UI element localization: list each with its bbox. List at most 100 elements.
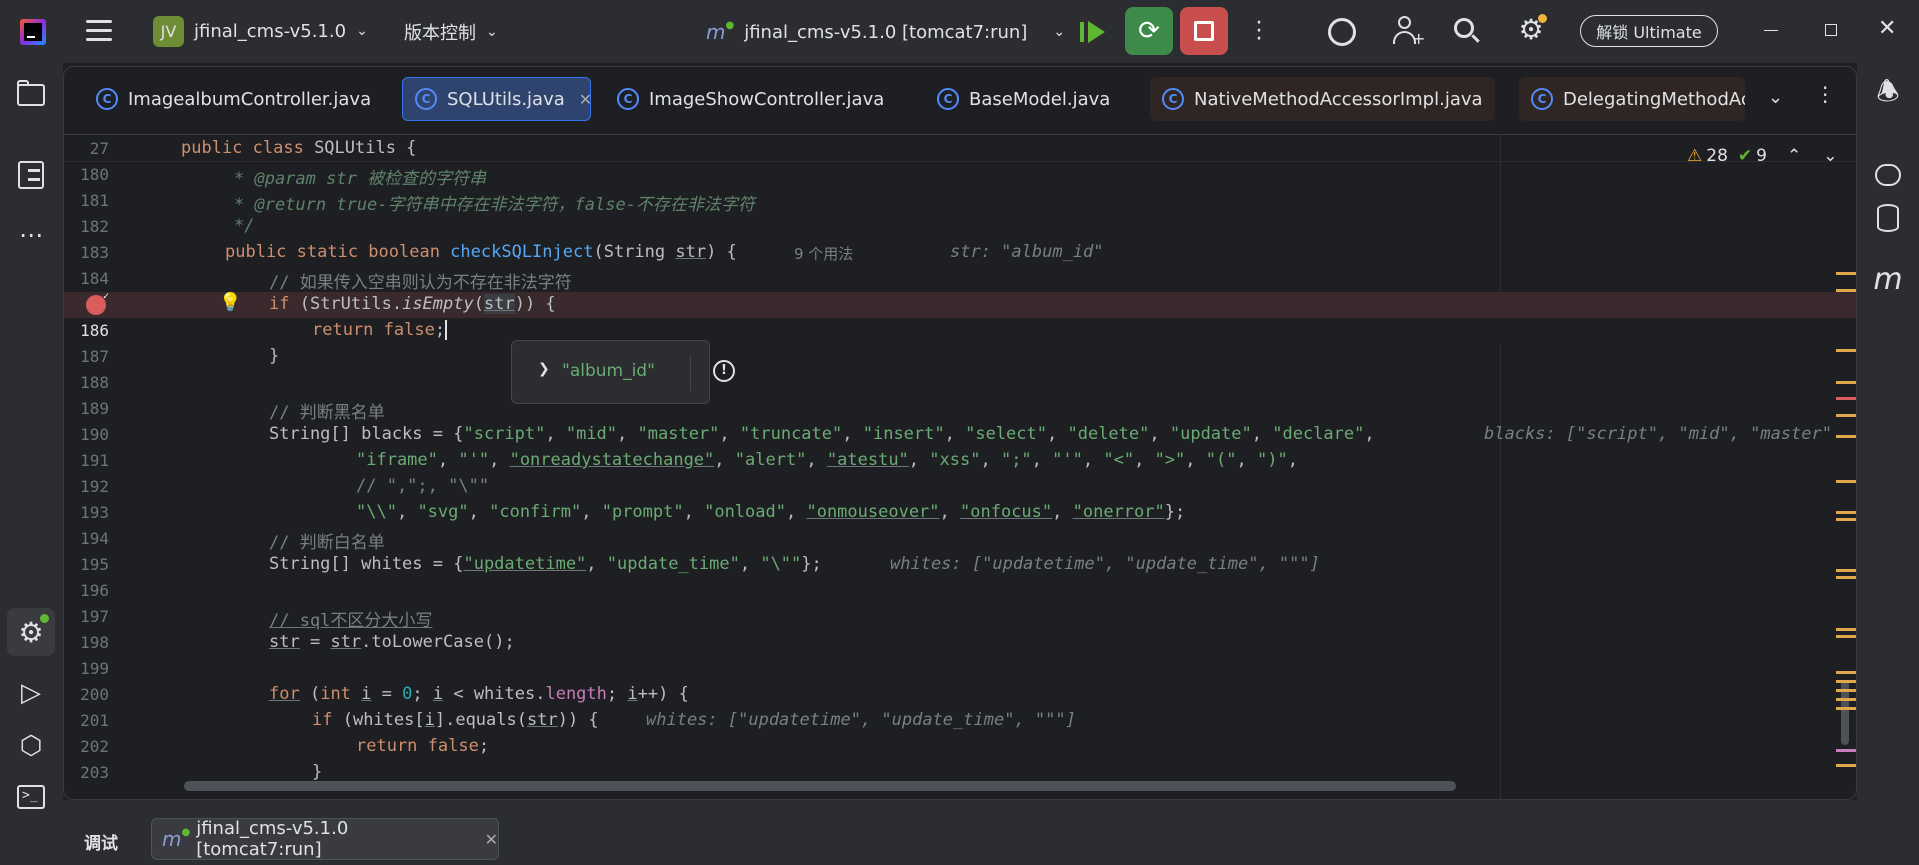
class-icon: C (96, 88, 118, 110)
stripe-marker[interactable] (1836, 480, 1856, 483)
folder-icon[interactable] (11, 75, 51, 115)
lightbulb-icon[interactable]: 💡 (219, 292, 241, 313)
stripe-marker[interactable] (1836, 518, 1856, 521)
stop-button[interactable] (1180, 7, 1228, 55)
stripe-marker[interactable] (1836, 764, 1856, 767)
stripe-marker[interactable] (1836, 576, 1856, 579)
tab-more-icon[interactable]: · · · (1822, 78, 1828, 112)
stripe-marker[interactable] (1836, 569, 1856, 572)
code-line-199: 199 (64, 656, 1856, 682)
tab-delegatingmethodaccessor[interactable]: C DelegatingMethodAc (1519, 77, 1745, 121)
tab-list-chevron-icon[interactable]: ⌄ (1768, 87, 1783, 108)
vcs-menu[interactable]: 版本控制 ⌄ (404, 18, 498, 46)
line-number: 187 (80, 347, 109, 366)
minimize-icon[interactable] (1764, 30, 1778, 31)
stripe-marker[interactable] (1836, 707, 1856, 710)
stripe-marker[interactable] (1836, 272, 1856, 275)
resume-icon[interactable] (1080, 20, 1108, 44)
stripe-marker[interactable] (1836, 397, 1856, 400)
tab-sqlutils[interactable]: C SQLUtils.java ✕ (402, 77, 591, 121)
blacks-continuation: "\\", "svg", "confirm", "prompt", "onloa… (356, 502, 1186, 522)
search-icon[interactable] (1454, 18, 1480, 44)
close-tab-icon[interactable]: ✕ (579, 90, 590, 109)
line-number: 202 (80, 737, 109, 756)
line-number: 189 (80, 399, 109, 418)
code-line-201: 201 if (whites[i].equals(str)) { whites:… (64, 708, 1856, 734)
stripe-marker[interactable] (1836, 435, 1856, 438)
debug-session-tab[interactable]: m● jfinal_cms-v5.1.0 [tomcat7:run] ✕ (151, 818, 499, 860)
tab-imagealbumcontroller[interactable]: C ImagealbumController.java (84, 77, 383, 121)
breakpoint-icon[interactable]: ✓ (86, 291, 109, 315)
popup-value[interactable]: "album_id" (562, 361, 655, 381)
line-number: 197 (80, 607, 109, 626)
code-line-189: 189 // 判断黑名单 (64, 396, 1856, 423)
add-user-icon[interactable]: + (1393, 16, 1425, 47)
tab-basemodel[interactable]: C BaseModel.java (925, 77, 1122, 121)
tab-label: DelegatingMethodAc (1563, 88, 1745, 110)
line-number: 191 (80, 451, 109, 470)
ai-assistant-icon[interactable] (1328, 18, 1356, 46)
debug-icon[interactable]: ⚙ (7, 608, 55, 656)
code-line-200: 200 for (int i = 0; i < whites.length; i… (64, 682, 1856, 708)
line-number: 194 (80, 529, 109, 548)
usage-count[interactable]: 9 个用法 (794, 243, 853, 264)
if-equals-statement: if (whites[i].equals(str)) { (312, 710, 599, 730)
project-selector[interactable]: JV jfinal_cms-v5.1.0 ⌄ (153, 14, 368, 48)
services-icon[interactable]: ⬡ (11, 726, 51, 766)
class-icon: C (937, 88, 959, 110)
settings-icon[interactable]: ⚙ (1515, 14, 1547, 46)
stripe-marker[interactable] (1836, 671, 1856, 674)
expand-chevron-icon[interactable]: ❯ (538, 361, 550, 377)
main-menu-icon[interactable] (86, 20, 112, 42)
tab-imageshowcontroller[interactable]: C ImageShowController.java (605, 77, 896, 121)
chevron-down-icon: ⌄ (1053, 24, 1066, 40)
debug-panel-label[interactable]: 调试 (84, 829, 118, 854)
stripe-marker[interactable] (1836, 289, 1856, 292)
info-icon[interactable]: ! (713, 360, 735, 382)
run-config-selector[interactable]: m● jfinal_cms-v5.1.0 [tomcat7:run] ⌄ (706, 18, 1065, 46)
unlock-ultimate-button[interactable]: 解锁 Ultimate (1580, 15, 1718, 47)
database-icon[interactable] (1868, 198, 1908, 238)
stripe-marker[interactable] (1836, 628, 1856, 631)
vcs-label: 版本控制 (404, 23, 476, 44)
structure-icon[interactable] (11, 155, 51, 195)
stripe-marker[interactable] (1836, 349, 1856, 352)
restore-icon[interactable] (1825, 24, 1837, 36)
terminal-icon[interactable]: >_ (11, 777, 51, 817)
stripe-marker[interactable] (1836, 635, 1856, 638)
close-window-icon[interactable]: ✕ (1878, 16, 1896, 41)
line-number: 190 (80, 425, 109, 444)
right-tool-strip: 🕭 m (1857, 63, 1919, 865)
maven-tool-icon[interactable]: m (1868, 259, 1908, 299)
stripe-marker[interactable] (1836, 381, 1856, 384)
tab-nativemethodaccessorimpl[interactable]: C NativeMethodAccessorImpl.java (1150, 77, 1495, 121)
run-icon[interactable]: ▷ (11, 674, 51, 714)
comment: // 判断黑名单 (269, 403, 385, 423)
stripe-marker[interactable] (1836, 414, 1856, 417)
line-number: 188 (80, 373, 109, 392)
code-line-190: 190 String[] blacks = {"script", "mid", … (64, 422, 1856, 448)
app-logo-icon[interactable] (20, 19, 46, 45)
stripe-marker[interactable] (1836, 698, 1856, 701)
code-line-182: 182 */ (64, 214, 1856, 240)
blacks-continuation: "iframe", "'", "onreadystatechange", "al… (356, 450, 1298, 470)
close-session-icon[interactable]: ✕ (485, 830, 498, 849)
horizontal-scrollbar[interactable] (184, 781, 1456, 791)
stripe-marker[interactable] (1836, 511, 1856, 514)
stripe-marker[interactable] (1836, 689, 1856, 692)
code-area[interactable]: 27 public class SQLUtils { ⚠ 28 ✔ 9 ⌃ ⌄ … (64, 135, 1856, 799)
more-tools-icon[interactable]: ⋯ (11, 215, 51, 255)
notifications-icon[interactable]: 🕭 (1868, 75, 1908, 115)
class-icon: C (1162, 88, 1184, 110)
more-actions-icon[interactable]: · · · (1254, 13, 1264, 51)
code-line-192: 192 // ",";, "\"" (64, 474, 1856, 500)
ai-chat-icon[interactable] (1868, 155, 1908, 195)
sticky-code: public class SQLUtils { (181, 138, 417, 158)
class-icon: C (617, 88, 639, 110)
inline-debug-value: str: "album_id" (950, 242, 1104, 262)
run-config-label: jfinal_cms-v5.1.0 [tomcat7:run] (744, 21, 1028, 43)
rerun-debug-button[interactable]: ⟳ (1125, 7, 1173, 55)
stripe-marker[interactable] (1836, 680, 1856, 683)
stripe-marker[interactable] (1836, 749, 1856, 752)
class-icon: C (1531, 88, 1553, 110)
